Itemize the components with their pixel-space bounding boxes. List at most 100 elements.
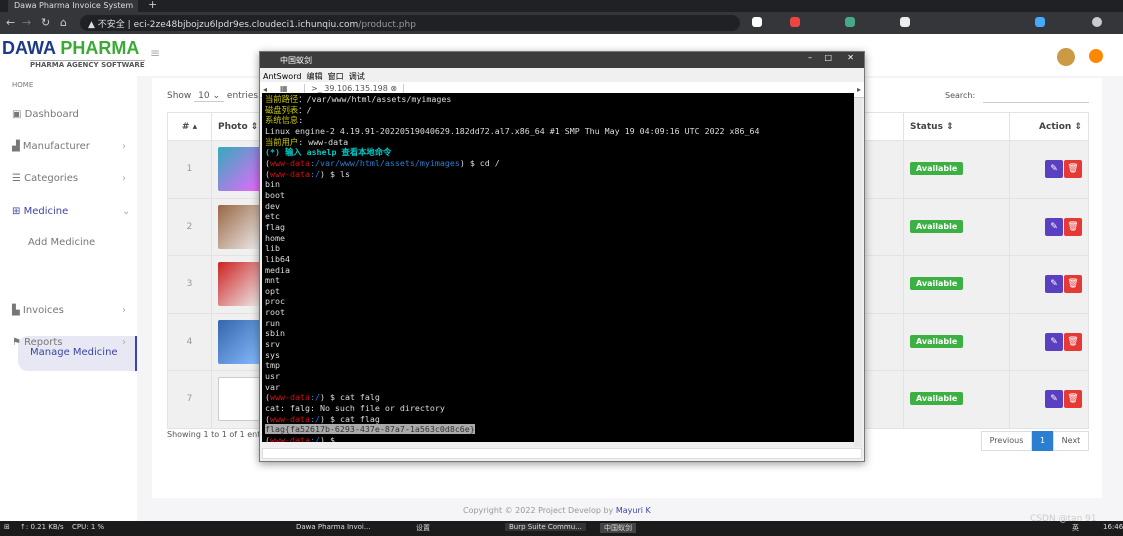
reload-icon[interactable]: ↻ [41,16,50,29]
status-badge: Available [910,162,964,176]
terminal-line: lib [265,243,280,254]
action-cell: ✎ 🗑 [1009,255,1089,314]
trash-icon[interactable]: 🗑 [1064,160,1082,179]
prev-button[interactable]: Previous [981,431,1032,451]
profile-icon[interactable] [1092,17,1102,27]
menu-bar: AntSword 编辑 窗口 调试 [263,71,365,82]
author-link[interactable]: Mayuri K [616,506,651,515]
col-number[interactable]: # ▴ [167,112,212,141]
extension-icon[interactable] [752,17,762,27]
sidebar-item-dashboard[interactable]: ▣ Dashboard [12,109,137,120]
terminal-tab[interactable]: >_ 39.106.135.198 ⊗ [304,84,405,93]
minimize-button[interactable]: – [808,53,812,62]
page-1-button[interactable]: 1 [1032,431,1053,451]
menu-antsword[interactable]: AntSword [263,72,301,81]
maximize-button[interactable]: □ [824,53,832,62]
back-icon[interactable]: ← [6,16,15,29]
terminal-line: Linux engine-2 4.19.91-20220519040629.18… [265,125,760,136]
status-cell: Available [903,140,1010,199]
taskbar-item-burp[interactable]: Burp Suite Commu... [505,523,586,531]
terminal-line: (www-data:/var/www/html/assets/myimages)… [265,157,500,168]
browser-tab-bar: Dawa Pharma Invoice System + [0,0,1123,12]
url-path: /product.php [358,20,416,30]
sidebar-item-manufacturer[interactable]: ▟ Manufacturer › [12,141,137,152]
status-badge: Available [910,334,964,348]
status-badge: Available [910,392,964,406]
forward-icon[interactable]: → [22,16,31,29]
sidebar-item-medicine[interactable]: ⊞ Medicine ⌄ [12,206,137,217]
terminal-line: (www-data:/) $ cat falg [265,392,380,403]
next-button[interactable]: Next [1053,431,1089,451]
terminal-output[interactable]: 当前路径：/var/www/html/assets/myimages 磁盘列表：/… [262,93,854,442]
sidebar-item-invoices[interactable]: ▙ Invoices › [12,305,137,316]
edit-icon[interactable]: ✎ [1045,160,1063,179]
status-cell: Available [903,370,1010,429]
terminal-line: run [265,317,280,328]
search-label: Search: [945,91,976,100]
terminal-line: usr [265,371,280,382]
extension-icon[interactable] [845,17,855,27]
medicine-photo [218,319,262,364]
medicine-photo [218,147,262,192]
trash-icon[interactable]: 🗑 [1064,217,1082,236]
menu-edit[interactable]: 编辑 [307,72,323,81]
search-input[interactable] [983,91,1089,103]
row-number: 4 [167,312,212,371]
taskbar-item-browser[interactable]: Dawa Pharma Invoi... [296,523,371,531]
sidebar-item-reports[interactable]: ⚑ Reports › [12,337,137,348]
antsword-window: 中国蚁剑 – □ ✕ AntSword 编辑 窗口 调试 ◂ ▦ >_ 39.1… [259,51,865,462]
edit-icon[interactable]: ✎ [1045,275,1063,294]
url-input[interactable]: ▲ 不安全 | eci-2ze48bjbojzu6lpdr9es.cloudec… [80,15,740,31]
scroll-right-icon[interactable]: ▸ [857,85,861,94]
trash-icon[interactable]: 🗑 [1064,275,1082,294]
home-grid-icon[interactable]: ▦ [280,84,288,93]
col-status[interactable]: Status ⇕ [903,112,1010,141]
terminal-line: (www-data:/) $ cat flag [265,413,380,424]
terminal-line: 磁盘列表：/ [265,104,312,115]
extension-icon[interactable] [900,17,910,27]
taskbar-item-settings[interactable]: 设置 [416,523,430,533]
extension-icon[interactable] [790,17,800,27]
logo: DAWA PHARMA [2,38,140,58]
home-icon[interactable]: ⌂ [60,16,67,29]
insecure-label: 不安全 [97,20,125,30]
menu-toggle-icon[interactable]: ≡ [150,46,160,60]
terminal-line: 当前用户: www-data [265,136,349,147]
edit-icon[interactable]: ✎ [1045,217,1063,236]
terminal-line: srv [265,339,280,350]
terminal-line: media [265,264,290,275]
terminal-line: proc [265,296,285,307]
clock: 16:46 [1103,523,1123,531]
browser-tab[interactable]: Dawa Pharma Invoice System [8,0,138,12]
medicine-photo [218,204,262,249]
taskbar-item-antsword[interactable]: 中国蚁剑 [600,523,636,533]
col-action[interactable]: Action ⇕ [1009,112,1089,141]
new-tab-button[interactable]: + [148,0,157,11]
vertical-scrollbar[interactable] [854,98,862,447]
edit-icon[interactable]: ✎ [1045,332,1063,351]
flag-avatar[interactable] [1057,48,1075,66]
terminal-line: flag [265,221,285,232]
trash-icon[interactable]: 🗑 [1064,390,1082,409]
logo-subtitle: PHARMA AGENCY SOFTWARE [30,60,145,69]
extension-icon[interactable] [1035,17,1045,27]
action-cell: ✎ 🗑 [1009,312,1089,371]
trash-icon[interactable]: 🗑 [1064,332,1082,351]
ime-indicator[interactable]: 英 [1072,523,1079,533]
sidebar-item-add-medicine[interactable]: Add Medicine [28,237,95,248]
horizontal-scrollbar[interactable] [262,448,862,459]
edit-icon[interactable]: ✎ [1045,390,1063,409]
terminal-line: home [265,232,285,243]
menu-debug[interactable]: 调试 [349,72,365,81]
menu-window[interactable]: 窗口 [328,72,344,81]
row-number: 1 [167,140,212,199]
window-titlebar[interactable]: 中国蚁剑 – □ ✕ [260,52,864,68]
row-number: 3 [167,255,212,314]
terminal-line: var [265,381,280,392]
terminal-line: 当前路径：/var/www/html/assets/myimages [265,94,452,104]
user-avatar[interactable] [1089,49,1103,63]
entries-select[interactable]: 10 ⌄ [194,91,225,102]
close-button[interactable]: ✕ [847,53,854,62]
sidebar-item-categories[interactable]: ☰ Categories › [12,173,137,184]
start-icon[interactable]: ⊞ [4,523,10,531]
